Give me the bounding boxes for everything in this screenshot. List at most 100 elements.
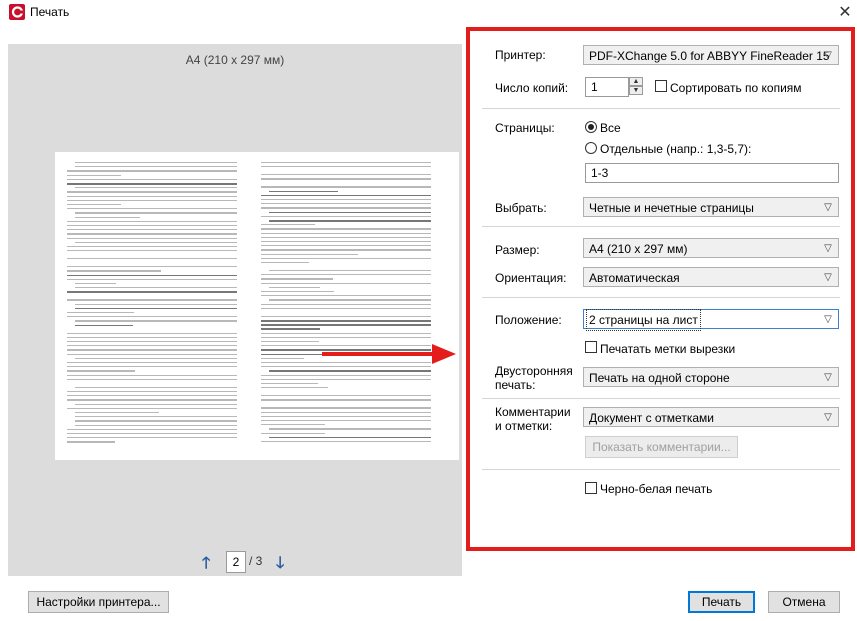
separator <box>482 226 840 227</box>
preview-text-line <box>261 236 431 238</box>
preview-text-line <box>67 250 237 252</box>
preview-text-line <box>269 299 431 301</box>
preview-text-line <box>261 228 431 230</box>
pages-label: Страницы: <box>495 121 555 135</box>
printer-settings-button[interactable]: Настройки принтера... <box>28 591 169 613</box>
separator <box>482 469 840 470</box>
orientation-dropdown[interactable]: Автоматическая ▽ <box>583 267 839 287</box>
preview-text-line <box>67 349 237 351</box>
comments-dropdown[interactable]: Документ с отметками ▽ <box>583 407 839 427</box>
preview-text-line <box>67 199 237 201</box>
chevron-down-icon: ▽ <box>824 314 832 325</box>
size-value: A4 (210 x 297 мм) <box>589 242 688 256</box>
pages-some-radio[interactable] <box>585 142 597 154</box>
preview-text-line <box>67 336 237 338</box>
preview-text-line <box>75 287 237 289</box>
preview-text-line <box>75 216 140 218</box>
preview-text-line <box>75 403 237 405</box>
copies-label: Число копий: <box>495 81 569 95</box>
printer-select[interactable]: PDF-XChange 5.0 for ABBYY FineReader 15 … <box>583 45 839 65</box>
collate-checkbox[interactable] <box>655 80 667 92</box>
arrow-up-icon[interactable]: 🡑 <box>202 552 210 579</box>
preview-text-line <box>67 195 237 197</box>
copies-input[interactable]: 1 <box>585 77 629 97</box>
collate-label: Сортировать по копиям <box>670 81 802 95</box>
spin-up-icon[interactable]: ▲ <box>629 77 643 86</box>
chevron-down-icon: ▽ <box>824 202 832 213</box>
preview-text-line <box>67 395 237 397</box>
layout-value: 2 страницы на лист <box>586 309 701 331</box>
preview-text-line <box>261 178 431 180</box>
preview-text-line <box>67 174 122 176</box>
duplex-label-line1: Двусторонняя <box>495 364 573 378</box>
size-dropdown[interactable]: A4 (210 x 297 мм) ▽ <box>583 238 839 258</box>
cutmarks-checkbox[interactable] <box>585 341 597 353</box>
preview-text-line <box>261 203 431 205</box>
preview-text-line <box>269 220 431 222</box>
chevron-down-icon: ▽ <box>824 243 832 254</box>
preview-text-line <box>67 229 237 231</box>
preview-text-line <box>261 395 431 397</box>
preview-text-line <box>261 420 431 422</box>
preview-text-line <box>67 399 237 401</box>
preview-text-line <box>75 307 237 310</box>
preview-text-line <box>67 391 237 393</box>
show-comments-button[interactable]: Показать комментарии... <box>585 436 738 458</box>
preview-text-line <box>261 307 431 309</box>
preview-text-line <box>261 162 431 164</box>
preview-text-line <box>261 374 431 376</box>
bw-print-label: Черно-белая печать <box>600 482 713 496</box>
preview-text-line <box>75 303 237 305</box>
preview-text-line <box>261 241 431 243</box>
preview-text-line <box>75 324 134 327</box>
comments-label-line1: Комментарии <box>495 405 571 419</box>
preview-text-line <box>67 353 237 355</box>
print-button[interactable]: Печать <box>688 591 755 613</box>
select-pages-dropdown[interactable]: Четные и нечетные страницы ▽ <box>583 197 839 217</box>
preview-text-line <box>261 357 305 359</box>
preview-text-line <box>261 399 431 401</box>
printer-value: PDF-XChange 5.0 for ABBYY FineReader 15 <box>589 49 830 63</box>
orientation-value: Автоматическая <box>589 271 680 285</box>
comments-value: Документ с отметками <box>589 411 714 425</box>
spin-down-icon[interactable]: ▼ <box>629 86 643 95</box>
preview-text-line <box>261 407 431 409</box>
preview-text-line <box>67 178 237 180</box>
preview-text-line <box>261 257 431 259</box>
pages-all-label: Все <box>600 121 621 135</box>
preview-text-line <box>261 441 431 443</box>
size-label: Размер: <box>495 243 540 257</box>
preview-text-line <box>67 374 237 376</box>
preview-text-line <box>67 370 135 372</box>
preview-text-line <box>261 253 358 255</box>
bw-print-checkbox[interactable] <box>585 482 597 494</box>
preview-text-line <box>261 199 431 201</box>
arrow-down-icon[interactable]: 🡓 <box>276 552 284 579</box>
preview-text-line <box>67 183 237 185</box>
preview-text-line <box>67 258 237 260</box>
pages-all-radio[interactable] <box>585 121 597 133</box>
preview-text-line <box>75 187 237 189</box>
layout-dropdown[interactable]: 2 страницы на лист ▽ <box>583 309 839 331</box>
pages-some-label: Отдельные (напр.: 1,3-5,7): <box>600 142 752 156</box>
duplex-dropdown[interactable]: Печать на одной стороне ▽ <box>583 367 839 387</box>
pages-range-input[interactable]: 1-3 <box>585 163 839 183</box>
preview-text-line <box>67 378 237 380</box>
close-icon[interactable]: ✕ <box>838 2 852 22</box>
preview-text-line <box>75 357 237 359</box>
cancel-button[interactable]: Отмена <box>768 591 840 613</box>
paper-size-label: A4 (210 x 297 мм) <box>185 53 285 67</box>
preview-text-line <box>261 232 431 234</box>
print-preview: A4 (210 x 297 мм) 🡑 2 / 3 🡓 <box>8 44 462 576</box>
highlight-frame <box>466 27 855 551</box>
preview-text-line <box>261 328 320 330</box>
separator <box>482 398 840 399</box>
preview-text-line <box>67 312 135 314</box>
separator <box>482 108 840 109</box>
page-number-input[interactable]: 2 <box>226 551 246 573</box>
preview-text-line <box>67 208 237 210</box>
preview-text-line <box>67 428 237 430</box>
preview-text-line <box>67 316 237 318</box>
printer-label: Принтер: <box>495 48 546 62</box>
preview-text-line <box>67 225 237 227</box>
